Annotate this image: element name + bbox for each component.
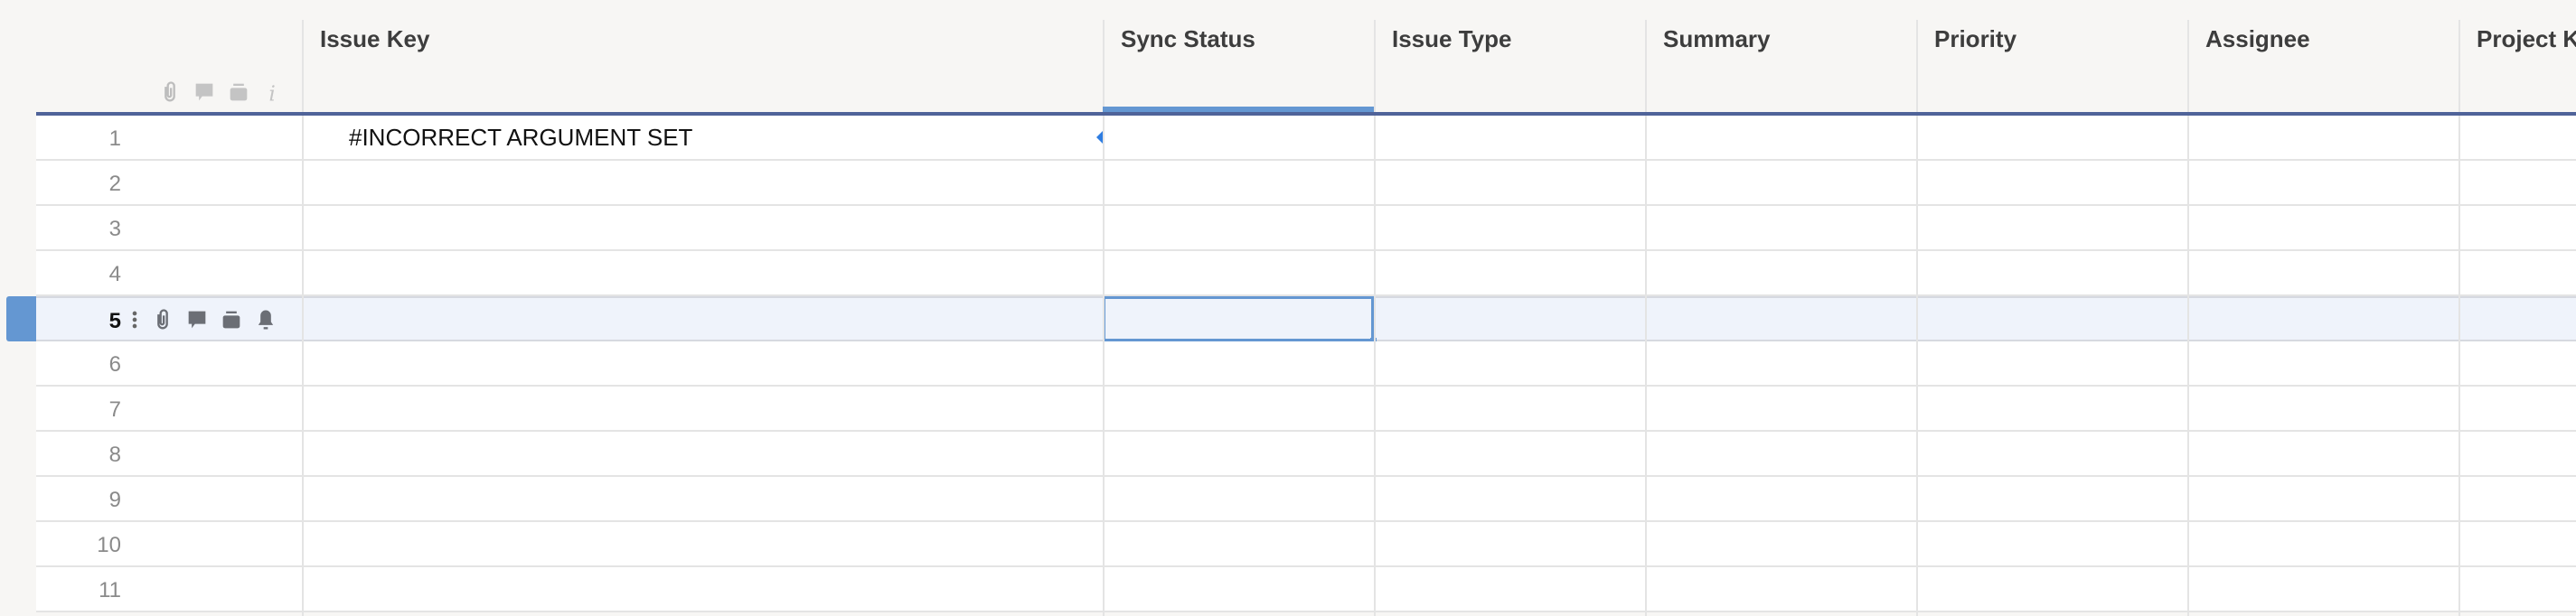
row-number[interactable]: 5	[36, 309, 121, 334]
column-divider	[2187, 116, 2189, 616]
column-header-summary[interactable]: Summary	[1645, 20, 1916, 112]
cell-error-marker	[1096, 131, 1103, 144]
column-label: Assignee	[2205, 25, 2310, 52]
row-number[interactable]: 7	[36, 397, 121, 423]
bell-icon[interactable]	[253, 307, 278, 332]
column-header-sync-status[interactable]: Sync Status	[1103, 20, 1374, 112]
column-label: Summary	[1663, 25, 1771, 52]
column-header-issue-type[interactable]: Issue Type	[1374, 20, 1645, 112]
column-header-assignee[interactable]: Assignee	[2187, 20, 2458, 112]
column-header-bar: i Issue Key Sync Status Issue Type Summa…	[36, 0, 2576, 114]
column-header-priority[interactable]: Priority	[1916, 20, 2187, 112]
table-row[interactable]: 7	[36, 387, 2576, 432]
column-divider	[302, 116, 304, 616]
header-icons: i	[157, 79, 286, 105]
paperclip-icon[interactable]	[150, 307, 175, 332]
column-header-project-key[interactable]: Project Key	[2458, 20, 2576, 112]
table-row[interactable]: 4	[36, 251, 2576, 296]
archive-icon[interactable]	[226, 79, 251, 105]
comment-icon[interactable]	[184, 307, 210, 332]
table-row[interactable]: 8	[36, 432, 2576, 477]
column-divider	[1374, 116, 1376, 616]
table-row[interactable]: 6	[36, 341, 2576, 387]
issue-key-cell[interactable]: #INCORRECT ARGUMENT SET	[349, 116, 692, 159]
column-divider	[1916, 116, 1918, 616]
spreadsheet-grid: i Issue Key Sync Status Issue Type Summa…	[6, 0, 2576, 616]
paperclip-icon[interactable]	[157, 79, 183, 105]
table-row[interactable]: 10	[36, 522, 2576, 567]
row-number[interactable]: 8	[36, 443, 121, 468]
selected-row-marker[interactable]	[6, 296, 36, 341]
selected-cell-sync-status[interactable]	[1103, 296, 1374, 341]
row-number[interactable]: 6	[36, 352, 121, 378]
column-label: Priority	[1934, 25, 2017, 52]
table-row[interactable]: 11	[36, 567, 2576, 612]
column-label: Project Key	[2477, 25, 2576, 52]
row-number[interactable]: 3	[36, 217, 121, 242]
column-divider	[1645, 116, 1647, 616]
comment-icon[interactable]	[192, 79, 217, 105]
column-label: Sync Status	[1121, 25, 1255, 52]
row-actions	[128, 307, 278, 332]
column-divider	[2458, 116, 2460, 616]
row-number[interactable]: 4	[36, 262, 121, 287]
archive-icon[interactable]	[219, 307, 244, 332]
column-label: Issue Key	[320, 25, 430, 52]
row-number[interactable]: 9	[36, 488, 121, 513]
row-number[interactable]: 2	[36, 172, 121, 197]
column-divider	[1103, 116, 1105, 616]
svg-text:i: i	[268, 80, 275, 105]
row-number[interactable]: 10	[36, 533, 121, 558]
column-label: Issue Type	[1392, 25, 1512, 52]
column-header-issue-key[interactable]: Issue Key	[302, 20, 1103, 112]
table-row[interactable]: 3	[36, 206, 2576, 251]
table-row[interactable]: 9	[36, 477, 2576, 522]
row-number[interactable]: 11	[36, 578, 121, 603]
more-vertical-icon[interactable]	[128, 307, 141, 332]
table-row[interactable]: 2	[36, 161, 2576, 206]
info-icon[interactable]: i	[260, 79, 286, 105]
table-row[interactable]: 1 #INCORRECT ARGUMENT SET	[36, 116, 2576, 161]
row-number[interactable]: 1	[36, 126, 121, 152]
